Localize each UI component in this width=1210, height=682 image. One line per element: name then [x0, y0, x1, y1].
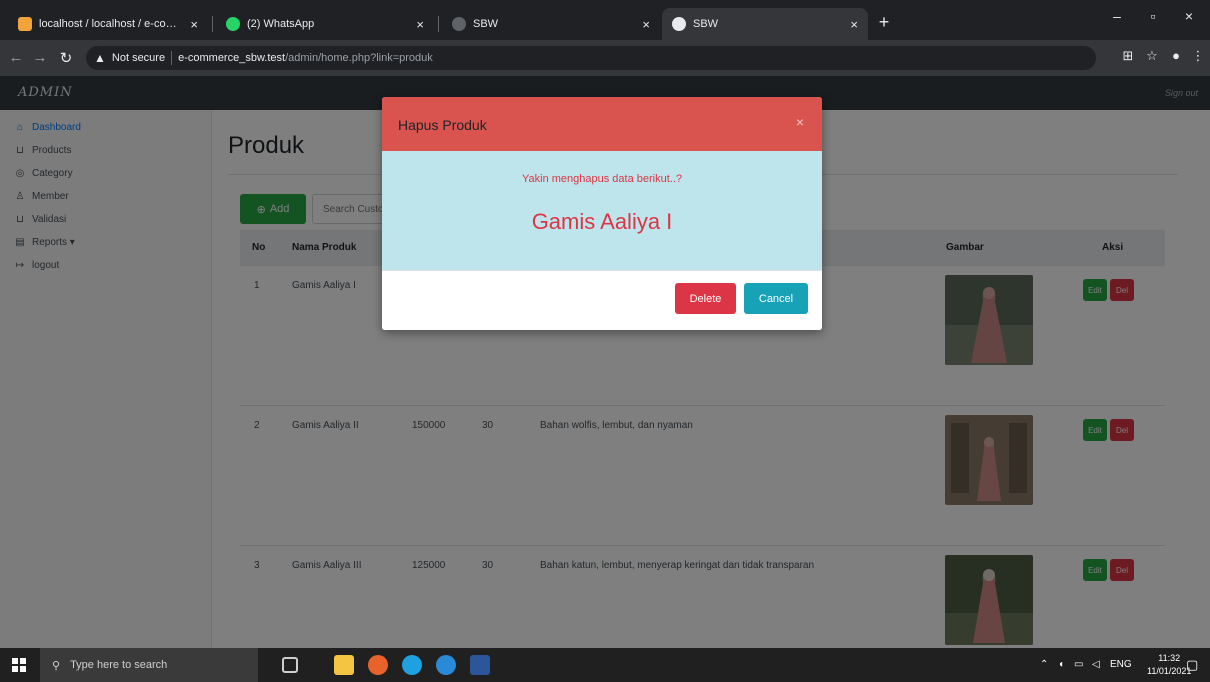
globe-icon — [672, 17, 686, 31]
task-view-icon[interactable] — [282, 657, 298, 673]
close-window-icon[interactable]: × — [1174, 8, 1204, 24]
web-page: ADMIN Sign out ⌂ Dashboard ⊔ Products ◎ … — [0, 76, 1210, 648]
minimize-icon[interactable]: – — [1102, 8, 1132, 24]
modal-footer: Delete Cancel — [382, 270, 822, 330]
search-icon: ⚲ — [52, 659, 61, 672]
modal-title: Hapus Produk — [398, 117, 487, 133]
confirm-message: Yakin menghapus data berikut..? — [521, 173, 682, 185]
tab-phpmyadmin[interactable]: localhost / localhost / e-comme × — [8, 8, 208, 40]
forward-icon[interactable]: → — [30, 49, 50, 66]
network-icon[interactable]: ◖ — [1058, 659, 1064, 670]
file-explorer-icon[interactable] — [334, 655, 354, 675]
close-icon[interactable]: × — [796, 114, 804, 130]
cancel-button[interactable]: Cancel — [744, 283, 808, 314]
taskbar-search[interactable]: ⚲ Type here to search — [40, 648, 258, 682]
confirm-delete-button[interactable]: Delete — [675, 283, 736, 314]
translate-icon[interactable]: ⊞ — [1118, 48, 1138, 64]
word-icon[interactable] — [470, 655, 490, 675]
windows-start-icon[interactable] — [12, 658, 26, 672]
omnibox-separator — [171, 51, 173, 65]
url-path: /admin/home.php?link=produk — [285, 52, 433, 64]
whatsapp-icon — [226, 17, 240, 31]
bookmark-star-icon[interactable]: ☆ — [1142, 48, 1162, 64]
close-tab-icon[interactable]: × — [190, 17, 198, 32]
vscode-icon[interactable] — [436, 655, 456, 675]
tab-sbw-active[interactable]: SBW × — [662, 8, 868, 40]
new-tab-button[interactable]: + — [873, 12, 895, 33]
browser-tab-bar: localhost / localhost / e-comme × (2) Wh… — [0, 0, 1210, 40]
clock[interactable]: 11:32 11/01/2021 — [1147, 652, 1191, 678]
menu-icon[interactable]: ⋮ — [1188, 48, 1208, 64]
close-tab-icon[interactable]: × — [850, 17, 858, 32]
tab-separator — [438, 16, 439, 32]
security-label[interactable]: Not secure — [112, 52, 165, 64]
chrome-icon[interactable] — [402, 655, 422, 675]
close-tab-icon[interactable]: × — [416, 17, 424, 32]
phpmyadmin-icon — [18, 17, 32, 31]
product-name: Gamis Aaliya I — [531, 209, 673, 234]
profile-icon[interactable]: ● — [1166, 48, 1186, 63]
maximize-icon[interactable]: ▫ — [1138, 8, 1168, 24]
modal-header: Hapus Produk × — [382, 97, 822, 151]
notification-icon[interactable]: ▢ — [1186, 657, 1198, 673]
windows-taskbar: ⚲ Type here to search ⌃ ◖ ▭ ◁ ENG 11:32 … — [0, 648, 1210, 682]
tray-chevron-icon[interactable]: ⌃ — [1040, 659, 1048, 670]
back-icon[interactable]: ← — [6, 49, 26, 66]
battery-icon[interactable]: ▭ — [1074, 659, 1083, 670]
language-indicator[interactable]: ENG — [1110, 659, 1132, 670]
xampp-icon[interactable] — [368, 655, 388, 675]
url-host: e-commerce_sbw.test — [178, 52, 286, 64]
close-tab-icon[interactable]: × — [642, 17, 650, 32]
warning-icon: ▲ — [94, 51, 106, 65]
reload-icon[interactable]: ↻ — [56, 49, 76, 67]
tab-separator — [212, 16, 213, 32]
volume-icon[interactable]: ◁ — [1092, 659, 1100, 670]
tab-sbw-1[interactable]: SBW × — [442, 8, 660, 40]
loading-icon — [452, 17, 466, 31]
address-bar[interactable]: ▲ Not secure e-commerce_sbw.test/admin/h… — [86, 46, 1096, 70]
modal-body: Yakin menghapus data berikut..? Gamis Aa… — [382, 151, 822, 270]
delete-product-modal: Hapus Produk × Yakin menghapus data beri… — [382, 97, 822, 330]
tab-whatsapp[interactable]: (2) WhatsApp × — [216, 8, 434, 40]
